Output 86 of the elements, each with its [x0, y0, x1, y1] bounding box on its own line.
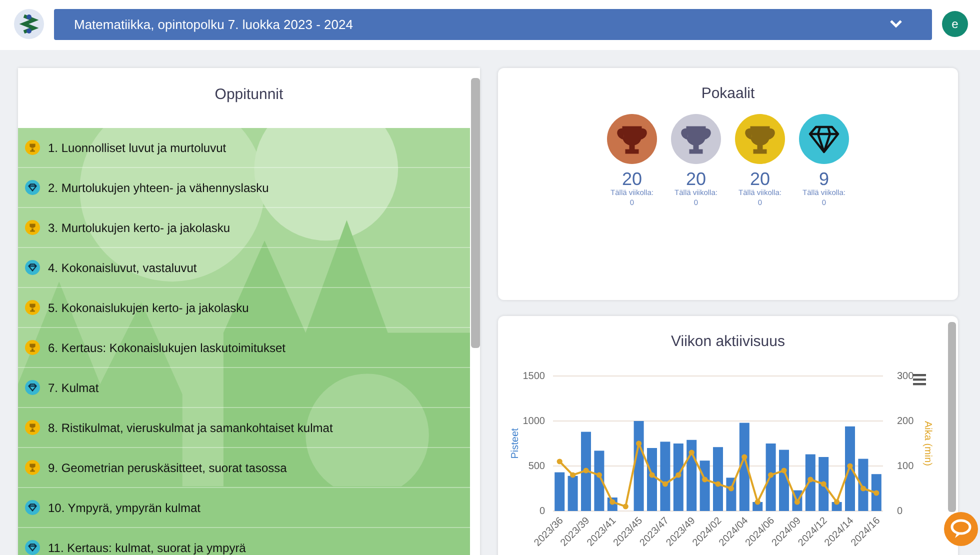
lesson-item[interactable]: 6. Kertaus: Kokonaislukujen laskutoimitukset	[18, 328, 470, 368]
trophy-icon	[25, 340, 40, 355]
point	[715, 481, 721, 487]
point	[847, 463, 853, 469]
trophy-count: 20	[622, 170, 642, 188]
point	[820, 481, 826, 487]
bar	[554, 472, 565, 511]
trophy-count: 9	[818, 170, 829, 188]
card-title: Pokaalit	[700, 84, 756, 102]
point	[556, 458, 562, 464]
point	[768, 472, 774, 478]
axis-title: Aika (min)	[922, 421, 933, 466]
card-title: Viikon aktiivisuus	[670, 332, 786, 350]
chevron-down-icon	[890, 20, 902, 28]
menu-icon[interactable]	[913, 374, 926, 386]
user-avatar[interactable]: e	[942, 11, 968, 37]
y-axis-label: 500	[528, 461, 545, 472]
lesson-item[interactable]: 4. Kokonaisluvut, vastaluvut	[18, 248, 470, 288]
point	[688, 450, 694, 456]
y-axis-label: 200	[897, 416, 914, 427]
trophy-medal-icon	[671, 114, 721, 164]
y-axis-label: 100	[897, 461, 914, 472]
trophy-icon	[25, 460, 40, 475]
lesson-item[interactable]: 7. Kulmat	[18, 368, 470, 408]
bar	[700, 460, 710, 511]
point	[808, 476, 814, 482]
trophy-icon	[25, 300, 40, 315]
point	[570, 472, 576, 478]
lesson-item[interactable]: 1. Luonnolliset luvut ja murtoluvut	[18, 128, 470, 168]
point	[596, 472, 602, 478]
scrollbar[interactable]	[471, 78, 480, 348]
point	[860, 486, 866, 492]
scrollbar[interactable]	[948, 322, 956, 512]
trophy-medal-icon	[607, 114, 657, 164]
card-title: Oppitunnit	[214, 85, 284, 105]
bar	[858, 458, 868, 511]
point	[874, 490, 880, 496]
bar	[568, 476, 578, 511]
point	[728, 486, 734, 492]
point	[622, 504, 628, 510]
trophy-icon	[25, 140, 40, 155]
trophy-medal-icon	[735, 114, 785, 164]
bar	[647, 448, 657, 511]
bar	[713, 447, 723, 511]
lesson-item[interactable]: 9. Geometrian peruskäsitteet, suorat tasossa	[18, 448, 470, 488]
y-axis-label: 0	[897, 506, 903, 517]
lesson-item[interactable]: 8. Ristikulmat, vieruskulmat ja samankohtaiset kulmat	[18, 408, 470, 448]
trophy-count: 20	[750, 170, 770, 188]
trophy-icon	[25, 420, 40, 435]
bar	[660, 442, 670, 511]
point	[702, 476, 708, 482]
bar	[871, 474, 882, 511]
lesson-item[interactable]: 10. Ympyrä, ympyrän kulmat	[18, 488, 470, 528]
trophy-count: 20	[686, 170, 706, 188]
point	[834, 499, 840, 505]
lesson-item[interactable]: 2. Murtolukujen yhteen- ja vähennyslasku	[18, 168, 470, 208]
point	[636, 440, 642, 446]
course-dropdown[interactable]: Matematiikka, opintopolku 7. luokka 2023 - 2024	[54, 8, 932, 40]
point	[649, 472, 655, 478]
point	[781, 468, 787, 474]
trophy-icon	[25, 220, 40, 235]
bar	[818, 457, 829, 511]
y-axis-label: 1500	[522, 371, 545, 382]
y-axis-label: 1000	[522, 416, 545, 427]
y-axis-label: 300	[897, 371, 914, 382]
point	[754, 499, 760, 505]
logo-icon[interactable]	[14, 9, 44, 39]
bar	[673, 444, 684, 511]
point	[583, 468, 589, 474]
bar	[766, 444, 776, 511]
diamond-medal-icon	[799, 114, 849, 164]
chat-icon[interactable]	[944, 512, 978, 546]
point	[610, 499, 616, 505]
point	[794, 499, 800, 505]
bar	[779, 450, 789, 511]
axis-title: Pisteet	[510, 428, 521, 459]
bar	[805, 454, 816, 511]
lesson-item[interactable]: 5. Kokonaislukujen kerto- ja jakolasku	[18, 288, 470, 328]
bar	[686, 440, 697, 511]
point	[662, 481, 668, 487]
y-axis-label: 0	[539, 506, 545, 517]
point	[742, 454, 748, 460]
bar	[594, 450, 604, 511]
lesson-item[interactable]: 3. Murtolukujen kerto- ja jakolasku	[18, 208, 470, 248]
point	[676, 472, 682, 478]
lesson-item[interactable]: 11. Kertaus: kulmat, suorat ja ympyrä	[18, 528, 470, 555]
